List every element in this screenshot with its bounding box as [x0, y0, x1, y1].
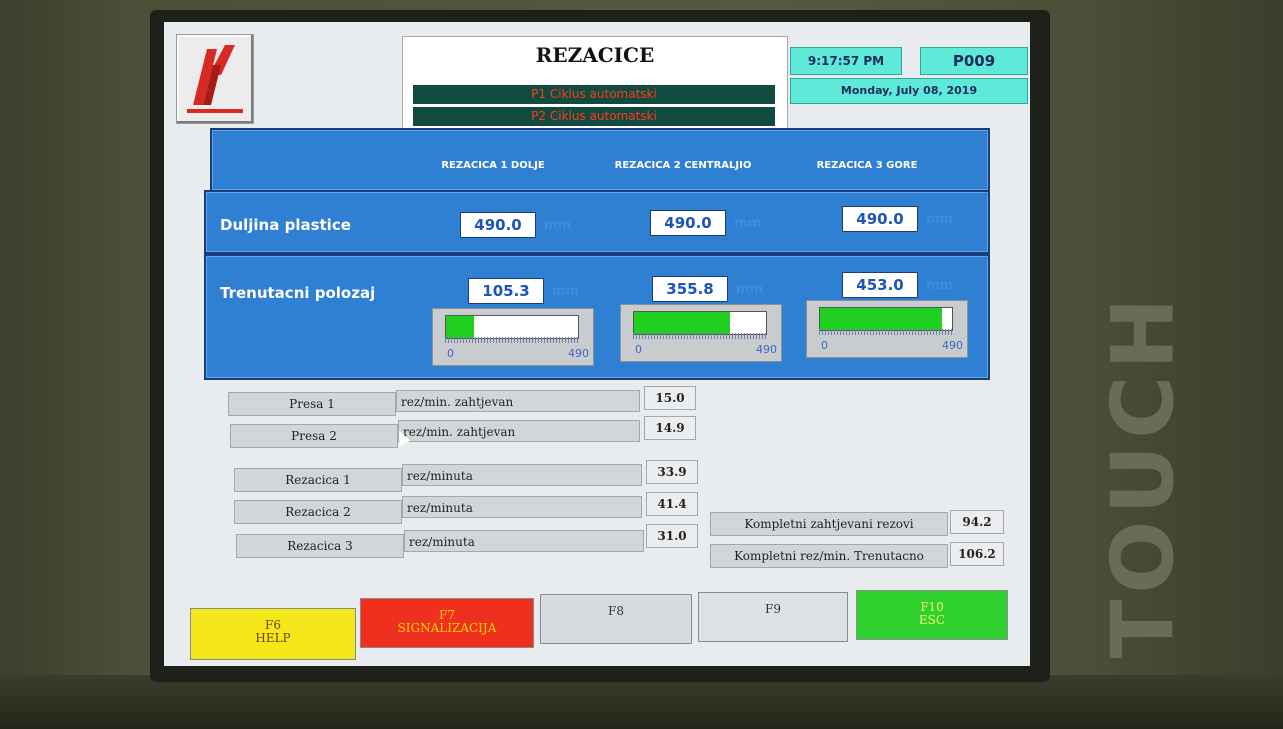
position-value-3: 453.0	[842, 272, 918, 298]
logo-icon	[187, 45, 243, 113]
position-gauge-2: 0 490	[620, 304, 782, 362]
position-value-1: 105.3	[468, 278, 544, 304]
gauge-max-label: 490	[568, 347, 589, 360]
company-logo	[176, 34, 254, 124]
gauge-fill	[634, 312, 730, 334]
hmi-screen: REZACICE P1 Ciklus automatski P2 Ciklus …	[164, 22, 1030, 666]
f8-button[interactable]: F8	[540, 594, 692, 644]
gauge-min-label: 0	[447, 347, 454, 360]
page-code: P009	[920, 47, 1028, 75]
f7-signalizacija-button[interactable]: F7 SIGNALIZACIJA	[360, 598, 534, 648]
column-header-cutter-1: REZACICA 1 DOLJE	[441, 160, 545, 171]
length-label: Duljina plastice	[220, 216, 351, 234]
gauge-fill	[820, 308, 942, 330]
total-required-label: Kompletni zahtjevani rezovi	[710, 512, 948, 536]
gauge-track	[445, 315, 579, 339]
clock-time: 9:17:57 PM	[790, 47, 902, 75]
f8-key-label: F8	[608, 604, 624, 618]
cutter-3-value: 31.0	[646, 524, 698, 548]
length-value-1[interactable]: 490.0	[460, 212, 536, 238]
f10-esc-button[interactable]: F10 ESC	[856, 590, 1008, 640]
gauge-fill	[446, 316, 475, 338]
position-label: Trenutacni polozaj	[220, 284, 376, 302]
position-unit-1: mm	[552, 284, 580, 299]
length-unit-2: mm	[734, 216, 762, 231]
length-unit-1: mm	[544, 218, 572, 233]
f9-key-label: F9	[765, 602, 781, 616]
gauge-max-label: 490	[756, 343, 777, 356]
length-value-2[interactable]: 490.0	[650, 210, 726, 236]
clock-date: Monday, July 08, 2019	[790, 78, 1028, 104]
press-2-name: Presa 2	[230, 424, 398, 448]
cutter-2-value: 41.4	[646, 492, 698, 516]
gauge-track	[633, 311, 767, 335]
total-required-value: 94.2	[950, 510, 1004, 534]
position-gauge-3: 0 490	[806, 300, 968, 358]
position-value-2: 355.8	[652, 276, 728, 302]
cutter-2-desc: rez/minuta	[402, 496, 642, 518]
cutter-3-name: Rezacica 3	[236, 534, 404, 558]
gauge-scale	[633, 333, 767, 339]
position-unit-3: mm	[926, 278, 954, 293]
press-2-desc: rez/min. zahtjevan	[398, 420, 640, 442]
touch-bezel-label: TOUCH	[1088, 260, 1198, 690]
total-current-value: 106.2	[950, 542, 1004, 566]
f9-button[interactable]: F9	[698, 592, 848, 642]
press-1-name: Presa 1	[228, 392, 396, 416]
length-panel: Duljina plastice 490.0 mm 490.0 mm 490.0…	[204, 190, 990, 254]
length-value-3[interactable]: 490.0	[842, 206, 918, 232]
press-1-value: 15.0	[644, 386, 696, 410]
total-current-label: Kompletni rez/min. Trenutacno	[710, 544, 948, 568]
title-block: REZACICE P1 Ciklus automatski P2 Ciklus …	[402, 36, 788, 138]
cutter-1-value: 33.9	[646, 460, 698, 484]
page-title: REZACICE	[535, 43, 655, 67]
f6-key-sublabel: HELP	[255, 631, 291, 645]
touch-text: TOUCH	[1093, 291, 1194, 659]
gauge-scale	[819, 329, 953, 335]
column-header-cutter-2: REZACICA 2 CENTRALJIO	[614, 160, 752, 171]
column-header-cutter-3: REZACICA 3 GORE	[816, 160, 918, 171]
press-2-value: 14.9	[644, 416, 696, 440]
gauge-track	[819, 307, 953, 331]
cycle-status-p2: P2 Ciklus automatski	[413, 107, 775, 126]
length-unit-3: mm	[926, 212, 954, 227]
cutter-3-desc: rez/minuta	[404, 530, 644, 552]
gauge-scale	[445, 337, 579, 343]
cutter-1-desc: rez/minuta	[402, 464, 642, 486]
position-unit-2: mm	[736, 282, 764, 297]
f6-help-button[interactable]: F6 HELP	[190, 608, 356, 660]
press-1-desc: rez/min. zahtjevan	[396, 390, 640, 412]
cutter-1-name: Rezacica 1	[234, 468, 402, 492]
f10-key-sublabel: ESC	[918, 613, 946, 627]
position-panel: Trenutacni polozaj 105.3 mm 355.8 mm 453…	[204, 254, 990, 380]
position-gauge-1: 0 490	[432, 308, 594, 366]
column-header-panel: REZACICA 1 DOLJE REZACICA 2 CENTRALJIO R…	[210, 128, 990, 192]
gauge-min-label: 0	[821, 339, 828, 352]
gauge-min-label: 0	[635, 343, 642, 356]
f7-key-sublabel: SIGNALIZACIJA	[397, 621, 497, 635]
cycle-status-p1: P1 Ciklus automatski	[413, 85, 775, 104]
cutter-2-name: Rezacica 2	[234, 500, 402, 524]
gauge-max-label: 490	[942, 339, 963, 352]
